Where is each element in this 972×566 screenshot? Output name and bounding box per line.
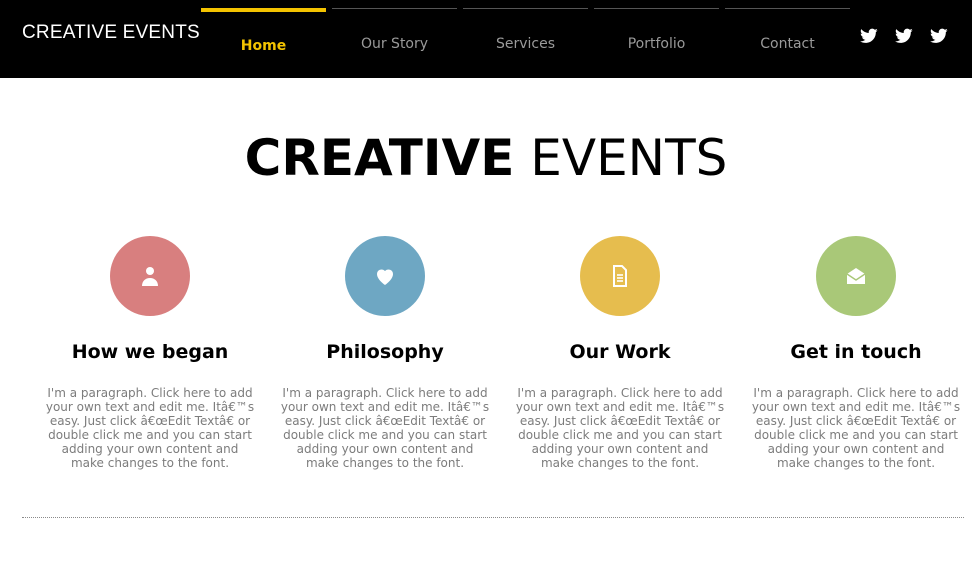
twitter-icon[interactable] [895, 28, 915, 46]
nav-item-contact[interactable]: Contact [725, 8, 850, 78]
nav-item-portfolio[interactable]: Portfolio [594, 8, 719, 78]
feature-card-our-work: Our Work I'm a paragraph. Click here to … [510, 236, 730, 470]
nav-label: Services [495, 36, 556, 52]
nav-label: Our Story [360, 36, 429, 52]
top-navigation-bar: CREATIVE EVENTS Home Our Story Services … [0, 0, 972, 78]
nav-label: Portfolio [627, 36, 686, 52]
section-divider [22, 517, 964, 518]
twitter-icon[interactable] [930, 28, 950, 46]
main-nav: Home Our Story Services Portfolio Contac… [201, 8, 851, 78]
hero-title-light: EVENTS [530, 129, 728, 187]
card-paragraph: I'm a paragraph. Click here to add your … [45, 386, 255, 470]
user-icon[interactable] [110, 236, 190, 316]
card-title: How we began [71, 341, 229, 363]
feature-card-how-we-began: How we began I'm a paragraph. Click here… [40, 236, 260, 470]
nav-item-home[interactable]: Home [201, 8, 326, 78]
nav-item-our-story[interactable]: Our Story [332, 8, 457, 78]
feature-card-philosophy: Philosophy I'm a paragraph. Click here t… [275, 236, 495, 470]
card-title: Our Work [569, 341, 671, 363]
card-title: Get in touch [790, 341, 922, 363]
nav-label: Home [240, 38, 287, 54]
twitter-icon[interactable] [860, 28, 880, 46]
feature-card-get-in-touch: Get in touch I'm a paragraph. Click here… [746, 236, 966, 470]
hero-title-strong: CREATIVE [244, 129, 515, 187]
card-paragraph: I'm a paragraph. Click here to add your … [515, 386, 725, 470]
heart-icon[interactable] [345, 236, 425, 316]
card-paragraph: I'm a paragraph. Click here to add your … [751, 386, 961, 470]
hero-title: CREATIVE EVENTS [0, 128, 972, 188]
document-icon[interactable] [580, 236, 660, 316]
envelope-icon[interactable] [816, 236, 896, 316]
nav-indicator [201, 8, 326, 12]
nav-indicator [594, 8, 719, 9]
site-brand[interactable]: CREATIVE EVENTS [22, 22, 200, 44]
nav-indicator [332, 8, 457, 9]
nav-indicator [463, 8, 588, 9]
card-paragraph: I'm a paragraph. Click here to add your … [280, 386, 490, 470]
nav-indicator [725, 8, 850, 9]
nav-item-services[interactable]: Services [463, 8, 588, 78]
nav-label: Contact [760, 36, 815, 52]
card-title: Philosophy [326, 341, 444, 363]
social-links [860, 28, 960, 48]
